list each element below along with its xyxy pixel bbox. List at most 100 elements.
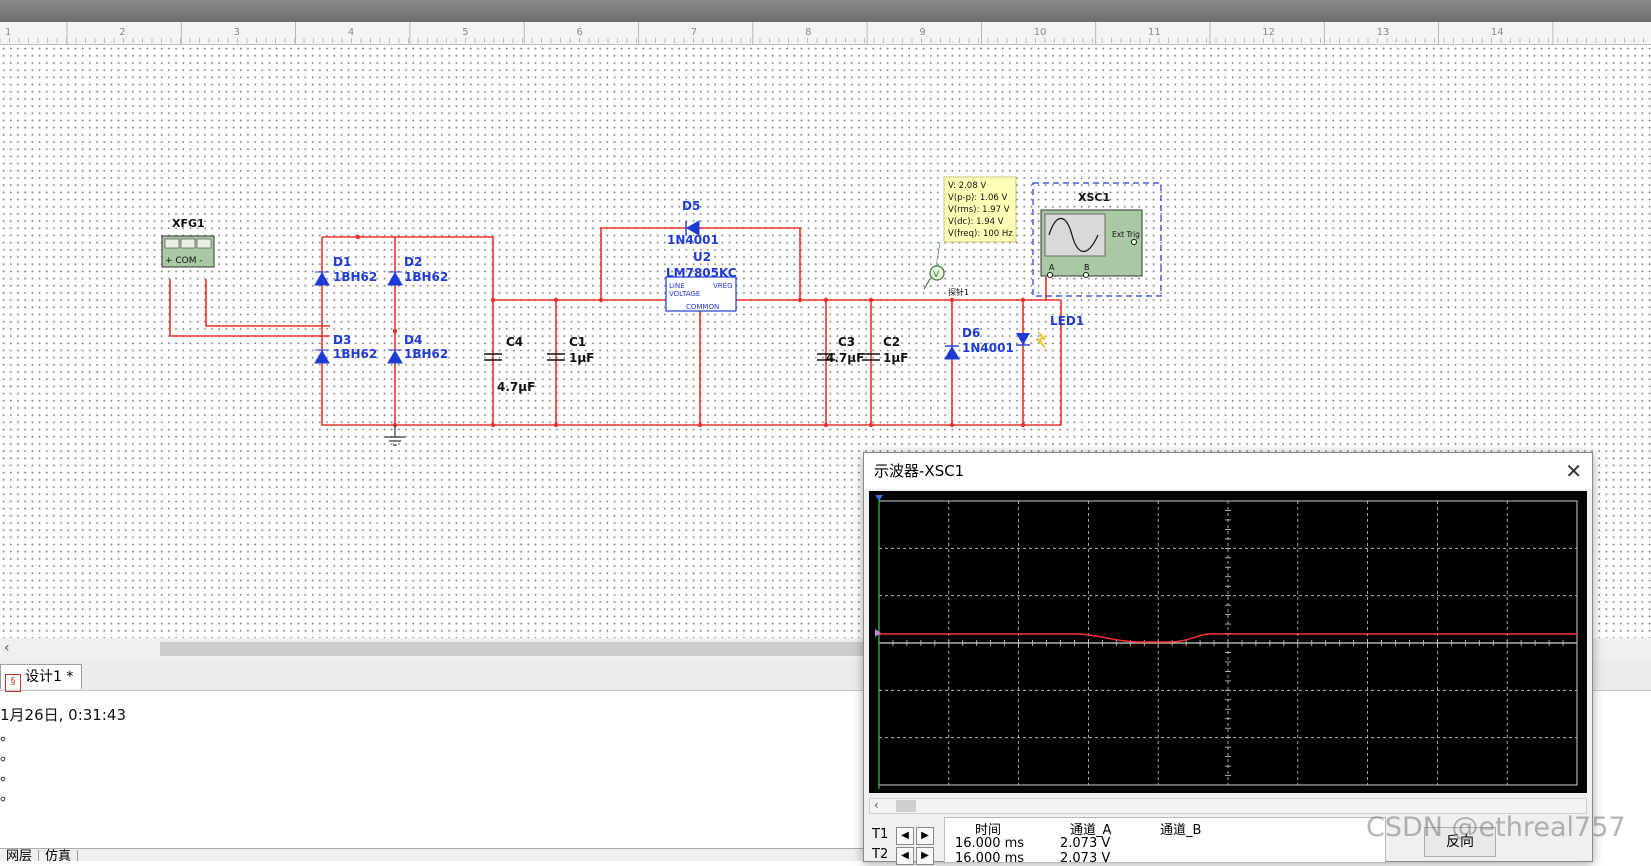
ruler-number: 10 [1034, 27, 1047, 38]
scroll-left-icon[interactable]: ‹ [4, 640, 10, 656]
probe-v-icon: V [933, 270, 940, 280]
ruler-number: 9 [919, 27, 925, 38]
d6-model: 1N4001 [962, 341, 1014, 355]
led-ref: LED1 [1050, 314, 1084, 328]
t2-channel-a: 2.073 V [1060, 851, 1111, 866]
t1-time: 16.000 ms [955, 836, 1025, 851]
d3-ref: D3 [333, 333, 351, 347]
t2-time: 16.000 ms [955, 851, 1025, 866]
watermark: CSDN @ethreal757 [1366, 812, 1626, 843]
scope-display[interactable] [869, 491, 1587, 793]
d6-ref: D6 [962, 326, 980, 340]
ruler-number: 11 [1148, 27, 1161, 38]
scope-window-title: 示波器-XSC1 [874, 462, 965, 480]
t2-left-arrow-icon[interactable]: ◀ [896, 847, 914, 865]
c3-value: 4.7µF [826, 351, 864, 365]
xsc-name: XSC1 [1078, 191, 1110, 204]
probe-line-2: V(rms): 1.97 V [948, 205, 1010, 215]
ruler-number: 12 [1262, 27, 1275, 38]
probe-line-4: V(freq): 100 Hz [948, 229, 1013, 239]
ruler-number: 2 [119, 27, 125, 38]
u2-pin-line: LINE [669, 282, 685, 290]
oscilloscope-window[interactable]: 示波器-XSC1 ✕ ‹ T1 ◀ ▶ T2 ◀ ▶ 时间 通道_A 通道_B … [863, 452, 1593, 866]
d5-model: 1N4001 [667, 233, 719, 247]
d1-ref: D1 [333, 255, 351, 269]
diode-d3[interactable] [314, 349, 330, 364]
ruler-number: 1 [5, 27, 11, 38]
t1-channel-a: 2.073 V [1060, 836, 1111, 851]
probe-line-3: V(dc): 1.94 V [948, 217, 1004, 227]
xfg-name: XFG1 [172, 217, 205, 230]
oscilloscope-xsc1[interactable]: XSC1 Ext Trig A B [1032, 182, 1162, 297]
c1-value: 1µF [569, 351, 594, 365]
log-line: 1月26日, 0:31:43 [0, 706, 126, 724]
t1-label: T1 [872, 827, 889, 842]
ruler-number: 3 [234, 27, 240, 38]
log-line: 。 [0, 726, 16, 744]
scrollbar-thumb[interactable] [896, 800, 916, 812]
diode-d1[interactable] [314, 271, 330, 286]
ruler-number: 8 [805, 27, 811, 38]
ruler-number: 13 [1377, 27, 1390, 38]
d4-model: 1BH62 [404, 347, 448, 361]
voltage-probe[interactable]: V 探针1 [923, 241, 969, 297]
diode-d4[interactable] [387, 349, 403, 364]
d5-ref: D5 [682, 199, 700, 213]
c1-ref: C1 [569, 335, 586, 349]
spreadsheet-tabs: 网层 仿真 [0, 848, 870, 861]
t2-right-arrow-icon[interactable]: ▶ [916, 847, 934, 865]
u2-pin-vreg: VREG [713, 282, 733, 290]
c3-ref: C3 [838, 335, 855, 349]
bottom-tab-nets[interactable]: 网层 [0, 850, 40, 861]
probe-readout-box: V: 2.08 V V(p-p): 1.06 V V(rms): 1.97 V … [943, 176, 1017, 243]
u2-pin-common: COMMON [686, 303, 719, 311]
cursor-t1-handle[interactable] [875, 495, 883, 501]
window-title-bar [0, 0, 1651, 22]
diode-d6[interactable] [944, 345, 960, 360]
schematic-file-icon: § [5, 674, 21, 692]
log-line: 。 [0, 766, 16, 784]
log-line: 。 [0, 786, 16, 804]
ruler-ticks: 1 2 3 4 5 6 7 8 9 10 11 12 13 14 [0, 22, 1644, 44]
scroll-left-icon[interactable]: ‹ [874, 798, 879, 812]
t1-left-arrow-icon[interactable]: ◀ [896, 827, 914, 845]
readout-table: 时间 通道_A 通道_B 16.000 ms 2.073 V 16.000 ms… [944, 817, 1386, 866]
close-icon[interactable]: ✕ [1565, 453, 1582, 489]
ruler: 1 2 3 4 5 6 7 8 9 10 11 12 13 14 [0, 22, 1651, 45]
u2-ref: U2 [693, 250, 711, 264]
ruler-number: 7 [691, 27, 697, 38]
log-line: 。 [0, 746, 16, 764]
tab-design1-label: 设计1 * [25, 669, 74, 685]
regulator-u2[interactable]: LINE VREG VOLTAGE COMMON [665, 276, 737, 312]
c4-value: 4.7µF [497, 380, 535, 394]
ruler-number: 5 [462, 27, 468, 38]
probe-line-0: V: 2.08 V [948, 181, 986, 191]
c2-ref: C2 [883, 335, 900, 349]
xsc-ch-b: B [1084, 263, 1090, 272]
function-generator-xfg1[interactable]: XFG1 + COM - [161, 217, 215, 268]
ruler-number: 4 [348, 27, 354, 38]
d4-ref: D4 [404, 333, 422, 347]
scope-title-bar[interactable]: 示波器-XSC1 ✕ [864, 453, 1592, 489]
c2-value: 1µF [883, 351, 908, 365]
d2-model: 1BH62 [404, 270, 448, 284]
channel-a-marker [875, 629, 881, 637]
scope-grid [878, 500, 1578, 786]
ruler-number: 6 [577, 27, 583, 38]
scope-grid-svg [875, 495, 1578, 789]
led-d1[interactable] [1016, 330, 1047, 350]
bottom-tab-simulation[interactable]: 仿真 [39, 850, 79, 861]
diode-d2[interactable] [387, 271, 403, 286]
xfg-terminals: + COM - [165, 256, 203, 266]
ruler-number: 14 [1491, 27, 1504, 38]
probe-line-1: V(p-p): 1.06 V [948, 193, 1007, 203]
probe-label: 探针1 [948, 287, 969, 297]
xsc-ch-a: A [1049, 263, 1055, 272]
u2-pin-voltage: VOLTAGE [669, 290, 700, 298]
c4-ref: C4 [506, 335, 523, 349]
t1-right-arrow-icon[interactable]: ▶ [916, 827, 934, 845]
tab-design1[interactable]: § 设计1 * [0, 664, 82, 692]
header-channel-b: 通道_B [1160, 823, 1202, 838]
xsc-ext-trig: Ext Trig [1112, 230, 1140, 239]
d1-model: 1BH62 [333, 270, 377, 284]
